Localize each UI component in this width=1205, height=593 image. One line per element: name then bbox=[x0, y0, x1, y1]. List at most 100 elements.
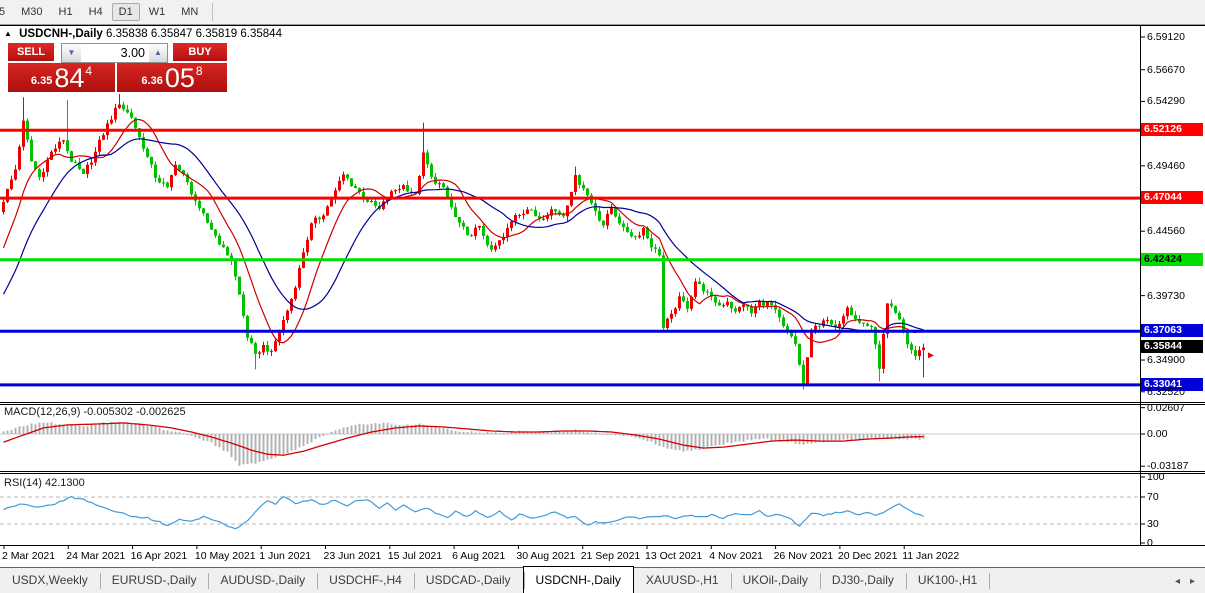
candle-body bbox=[206, 213, 209, 223]
candle-body bbox=[782, 317, 785, 326]
tab-usdcad-daily[interactable]: USDCAD-,Daily bbox=[414, 568, 523, 593]
rsi-axis-label: 0 bbox=[1147, 537, 1153, 549]
current-price-tag: 6.35844 bbox=[1141, 340, 1203, 353]
macd-histogram-bar bbox=[603, 434, 605, 435]
macd-histogram-bar bbox=[343, 428, 345, 434]
candle-body bbox=[146, 149, 149, 157]
ma-fast-line bbox=[4, 120, 924, 343]
macd-histogram-bar bbox=[759, 434, 761, 439]
candle-body bbox=[518, 215, 521, 216]
candle-body bbox=[630, 232, 633, 236]
sell-button[interactable]: SELL bbox=[8, 43, 54, 63]
tab-scroll-left-icon[interactable]: ◂ bbox=[1175, 576, 1180, 587]
candle-body bbox=[542, 219, 545, 220]
macd-histogram-bar bbox=[387, 423, 389, 434]
tab-eurusd-daily[interactable]: EURUSD-,Daily bbox=[100, 568, 209, 593]
macd-histogram-bar bbox=[19, 426, 21, 434]
candle-body bbox=[402, 185, 405, 189]
candle-body bbox=[86, 165, 89, 174]
macd-histogram-bar bbox=[235, 434, 237, 461]
macd-histogram-bar bbox=[763, 434, 765, 439]
sell-price-button[interactable]: 6.35 84 4 bbox=[8, 63, 115, 92]
macd-histogram-bar bbox=[223, 434, 225, 451]
candle-body bbox=[610, 208, 613, 214]
macd-histogram-bar bbox=[183, 433, 185, 434]
tab-audusd-daily[interactable]: AUDUSD-,Daily bbox=[208, 568, 317, 593]
x-axis-label: 10 May 2021 bbox=[195, 550, 256, 562]
candle-body bbox=[534, 210, 537, 216]
tab-uk100-h1[interactable]: UK100-,H1 bbox=[906, 568, 989, 593]
macd-histogram-bar bbox=[195, 434, 197, 437]
candle-body bbox=[726, 302, 729, 305]
y-axis-label: 6.32520 bbox=[1147, 386, 1185, 398]
candle-body bbox=[458, 217, 461, 223]
candle-body bbox=[878, 344, 881, 368]
macd-histogram-bar bbox=[155, 427, 157, 434]
macd-histogram-bar bbox=[847, 434, 849, 440]
candle-body bbox=[794, 336, 797, 344]
tab-xauusd-h1[interactable]: XAUUSD-,H1 bbox=[634, 568, 731, 593]
candle-body bbox=[162, 182, 165, 183]
macd-histogram-bar bbox=[383, 423, 385, 434]
candle-body bbox=[254, 343, 257, 354]
tab-ukoil-daily[interactable]: UKOil-,Daily bbox=[731, 568, 820, 593]
volume-increase-button[interactable]: ▲ bbox=[149, 44, 167, 62]
macd-histogram-bar bbox=[379, 424, 381, 434]
macd-histogram-bar bbox=[171, 431, 173, 434]
candle-body bbox=[226, 247, 229, 255]
candle-body bbox=[38, 169, 41, 177]
candle-body bbox=[170, 175, 173, 187]
macd-histogram-bar bbox=[363, 424, 365, 434]
candle-body bbox=[602, 221, 605, 226]
candle-body bbox=[338, 181, 341, 190]
candle-body bbox=[674, 308, 677, 313]
candle-body bbox=[882, 334, 885, 369]
macd-histogram-bar bbox=[47, 423, 49, 434]
tab-usdchf-h4[interactable]: USDCHF-,H4 bbox=[317, 568, 414, 593]
candle-body bbox=[506, 228, 509, 237]
tab-usdx-weekly[interactable]: USDX,Weekly bbox=[0, 568, 100, 593]
candle-body bbox=[234, 260, 237, 276]
candle-body bbox=[714, 296, 717, 302]
macd-histogram-bar bbox=[115, 422, 117, 434]
macd-histogram-bar bbox=[619, 434, 621, 435]
x-axis-label: 26 Nov 2021 bbox=[774, 550, 834, 562]
y-axis-label: 6.44560 bbox=[1147, 225, 1185, 237]
tab-scroll-right-icon[interactable]: ▸ bbox=[1190, 576, 1195, 587]
buy-button[interactable]: BUY bbox=[173, 43, 227, 63]
candle-body bbox=[462, 223, 465, 227]
macd-histogram-bar bbox=[311, 434, 313, 442]
candle-body bbox=[122, 105, 125, 110]
candle-body bbox=[530, 210, 533, 211]
buy-price-button[interactable]: 6.36 05 8 bbox=[117, 63, 227, 92]
candle-body bbox=[374, 201, 377, 206]
macd-histogram-bar bbox=[79, 425, 81, 434]
candle-body bbox=[262, 345, 265, 352]
macd-histogram-bar bbox=[711, 434, 713, 446]
tab-usdcnh-daily[interactable]: USDCNH-,Daily bbox=[523, 566, 634, 593]
tab-dj30-daily[interactable]: DJ30-,Daily bbox=[820, 568, 906, 593]
macd-histogram-bar bbox=[855, 434, 857, 440]
candle-body bbox=[866, 324, 869, 326]
volume-decrease-button[interactable]: ▼ bbox=[62, 44, 81, 62]
candle-body bbox=[282, 320, 285, 331]
collapse-arrow-icon[interactable]: ▲ bbox=[4, 29, 12, 38]
macd-histogram-bar bbox=[863, 434, 865, 439]
candle-body bbox=[862, 323, 865, 324]
macd-histogram-bar bbox=[319, 434, 321, 437]
candle-body bbox=[14, 169, 17, 179]
candle-body bbox=[438, 183, 441, 184]
macd-histogram-bar bbox=[95, 424, 97, 434]
y-axis-label: 6.54290 bbox=[1147, 95, 1185, 107]
x-axis-label: 21 Sep 2021 bbox=[581, 550, 641, 562]
macd-histogram-bar bbox=[283, 434, 285, 454]
macd-histogram-bar bbox=[771, 434, 773, 441]
ohlc-low: 6.35819 bbox=[196, 28, 238, 40]
macd-histogram-bar bbox=[707, 434, 709, 447]
macd-histogram-bar bbox=[259, 434, 261, 462]
macd-histogram-bar bbox=[251, 434, 253, 463]
candle-body bbox=[806, 357, 809, 383]
macd-histogram-bar bbox=[727, 434, 729, 443]
candle-body bbox=[890, 303, 893, 306]
volume-input[interactable] bbox=[81, 44, 149, 62]
